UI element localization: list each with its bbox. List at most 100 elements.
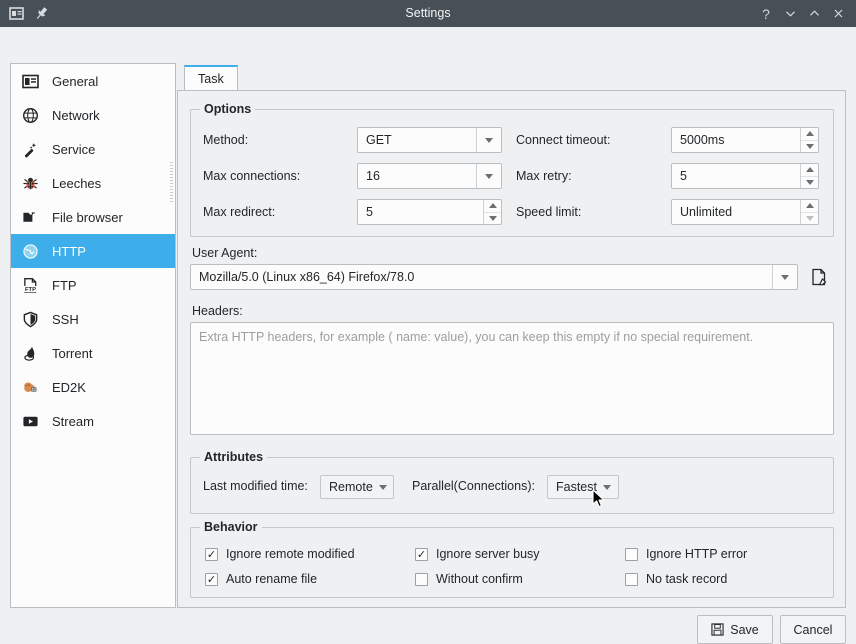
behavior-group: Behavior ✓ Ignore remote modified ✓ Igno… (190, 521, 834, 598)
max-retry-spinbox[interactable]: 5 (671, 163, 819, 189)
sidebar-item-service[interactable]: Service (11, 132, 175, 166)
close-button[interactable] (826, 3, 850, 25)
checkbox-box[interactable]: ✓ (205, 572, 218, 586)
options-group-title: Options (200, 103, 256, 116)
method-combobox[interactable]: GET (357, 127, 502, 153)
checkbox-box[interactable] (415, 572, 428, 586)
network-icon (21, 106, 40, 125)
window-title: Settings (405, 6, 451, 20)
sidebar-item-label: ED2K (52, 379, 86, 395)
sidebar-scroll-indicator[interactable] (170, 162, 173, 204)
speed-limit-value: Unlimited (680, 205, 733, 219)
attributes-group-title: Attributes (200, 451, 268, 464)
max-redirect-spin-buttons[interactable] (483, 200, 501, 224)
speed-limit-row: Speed limit: (516, 199, 581, 225)
save-button[interactable]: Save (697, 615, 773, 644)
connect-timeout-spin-buttons[interactable] (800, 128, 818, 152)
user-agent-value: Mozilla/5.0 (Linux x86_64) Firefox/78.0 (199, 270, 415, 284)
checkbox-label: Auto rename file (226, 572, 318, 586)
headers-textarea[interactable]: Extra HTTP headers, for example ( name: … (190, 322, 834, 435)
help-button[interactable]: ? (754, 3, 778, 25)
spin-down-icon[interactable] (484, 213, 501, 225)
checkbox-label: Ignore HTTP error (646, 547, 748, 561)
user-agent-label: User Agent: (192, 246, 258, 260)
sidebar-item-ftp[interactable]: FTP FTP (11, 268, 175, 302)
user-agent-dropdown-arrow[interactable] (772, 265, 797, 289)
sidebar-item-torrent[interactable]: Torrent (11, 336, 175, 370)
spin-down-icon (801, 213, 818, 225)
checkbox-ignore-http-error[interactable]: Ignore HTTP error (625, 547, 747, 561)
checkbox-without-confirm[interactable]: Without confirm (415, 572, 523, 586)
edit-document-icon[interactable] (810, 267, 828, 287)
speed-limit-spin-buttons[interactable] (800, 200, 818, 224)
check-icon: ✓ (416, 547, 427, 561)
checkbox-box[interactable] (625, 572, 638, 586)
user-agent-combobox[interactable]: Mozilla/5.0 (Linux x86_64) Firefox/78.0 (190, 264, 798, 290)
connect-timeout-label: Connect timeout: (516, 133, 611, 147)
max-redirect-spinbox[interactable]: 5 (357, 199, 502, 225)
max-connections-label: Max connections: (203, 169, 301, 183)
max-connections-combobox[interactable]: 16 (357, 163, 502, 189)
sidebar-item-label: Leeches (52, 175, 102, 191)
minimize-button[interactable] (778, 3, 802, 25)
service-icon (21, 140, 40, 159)
title-bar-left-icons (0, 6, 49, 22)
play-icon (21, 412, 40, 431)
max-redirect-row: Max redirect: (203, 199, 275, 225)
spin-up-icon[interactable] (801, 128, 818, 141)
checkbox-no-task-record[interactable]: No task record (625, 572, 727, 586)
last-modified-time-combobox[interactable]: Remote (320, 475, 394, 499)
checkbox-box[interactable] (625, 547, 638, 561)
spin-up-icon[interactable] (801, 200, 818, 213)
cancel-button[interactable]: Cancel (780, 615, 846, 644)
tab-bar: Task (184, 65, 238, 91)
ed2k-icon (21, 378, 40, 397)
spin-down-icon[interactable] (801, 177, 818, 189)
window-controls: ? (754, 3, 856, 25)
ftp-icon: FTP (21, 276, 40, 295)
checkbox-auto-rename-file[interactable]: ✓ Auto rename file (205, 572, 317, 586)
sidebar-item-leeches[interactable]: Leeches (11, 166, 175, 200)
sidebar-item-network[interactable]: Network (11, 98, 175, 132)
shield-icon (21, 310, 40, 329)
sidebar-item-general[interactable]: General (11, 64, 175, 98)
max-redirect-label: Max redirect: (203, 205, 276, 219)
max-connections-dropdown-arrow[interactable] (476, 164, 501, 188)
pin-icon[interactable] (33, 6, 49, 22)
sidebar-item-stream[interactable]: Stream (11, 404, 175, 438)
method-dropdown-arrow[interactable] (476, 128, 501, 152)
maximize-button[interactable] (802, 3, 826, 25)
check-icon: ✓ (206, 547, 217, 561)
spin-up-icon[interactable] (801, 164, 818, 177)
connect-timeout-spinbox[interactable]: 5000ms (671, 127, 819, 153)
spin-down-icon[interactable] (801, 141, 818, 153)
tab-task[interactable]: Task (184, 65, 238, 91)
checkbox-box[interactable]: ✓ (205, 547, 218, 561)
spin-up-icon[interactable] (484, 200, 501, 213)
max-connections-row: Max connections: (203, 163, 300, 189)
sidebar-item-http[interactable]: HTTP (11, 234, 175, 268)
checkbox-ignore-remote-modified[interactable]: ✓ Ignore remote modified (205, 547, 355, 561)
sidebar-item-ed2k[interactable]: ED2K (11, 370, 175, 404)
leeches-icon (21, 174, 40, 193)
speed-limit-spinbox[interactable]: Unlimited (671, 199, 819, 225)
sidebar-item-ssh[interactable]: SSH (11, 302, 175, 336)
checkbox-ignore-server-busy[interactable]: ✓ Ignore server busy (415, 547, 540, 561)
chevron-down-icon[interactable] (603, 484, 618, 490)
parallel-connections-combobox[interactable]: Fastest (547, 475, 619, 499)
checkbox-label: No task record (646, 572, 728, 586)
sidebar-item-file-browser[interactable]: File browser (11, 200, 175, 234)
checkbox-box[interactable]: ✓ (415, 547, 428, 561)
method-row: Method: (203, 127, 248, 153)
sidebar-item-label: File browser (52, 209, 123, 225)
floppy-disk-icon (711, 623, 724, 636)
cancel-button-label: Cancel (793, 622, 833, 637)
parallel-connections-row: Parallel(Connections): (412, 473, 535, 499)
max-retry-row: Max retry: (516, 163, 572, 189)
folder-icon (21, 208, 40, 227)
chevron-down-icon[interactable] (378, 484, 394, 490)
connect-timeout-value: 5000ms (680, 133, 725, 147)
sidebar-item-label: SSH (52, 311, 79, 327)
max-retry-spin-buttons[interactable] (800, 164, 818, 188)
general-icon (21, 72, 40, 91)
